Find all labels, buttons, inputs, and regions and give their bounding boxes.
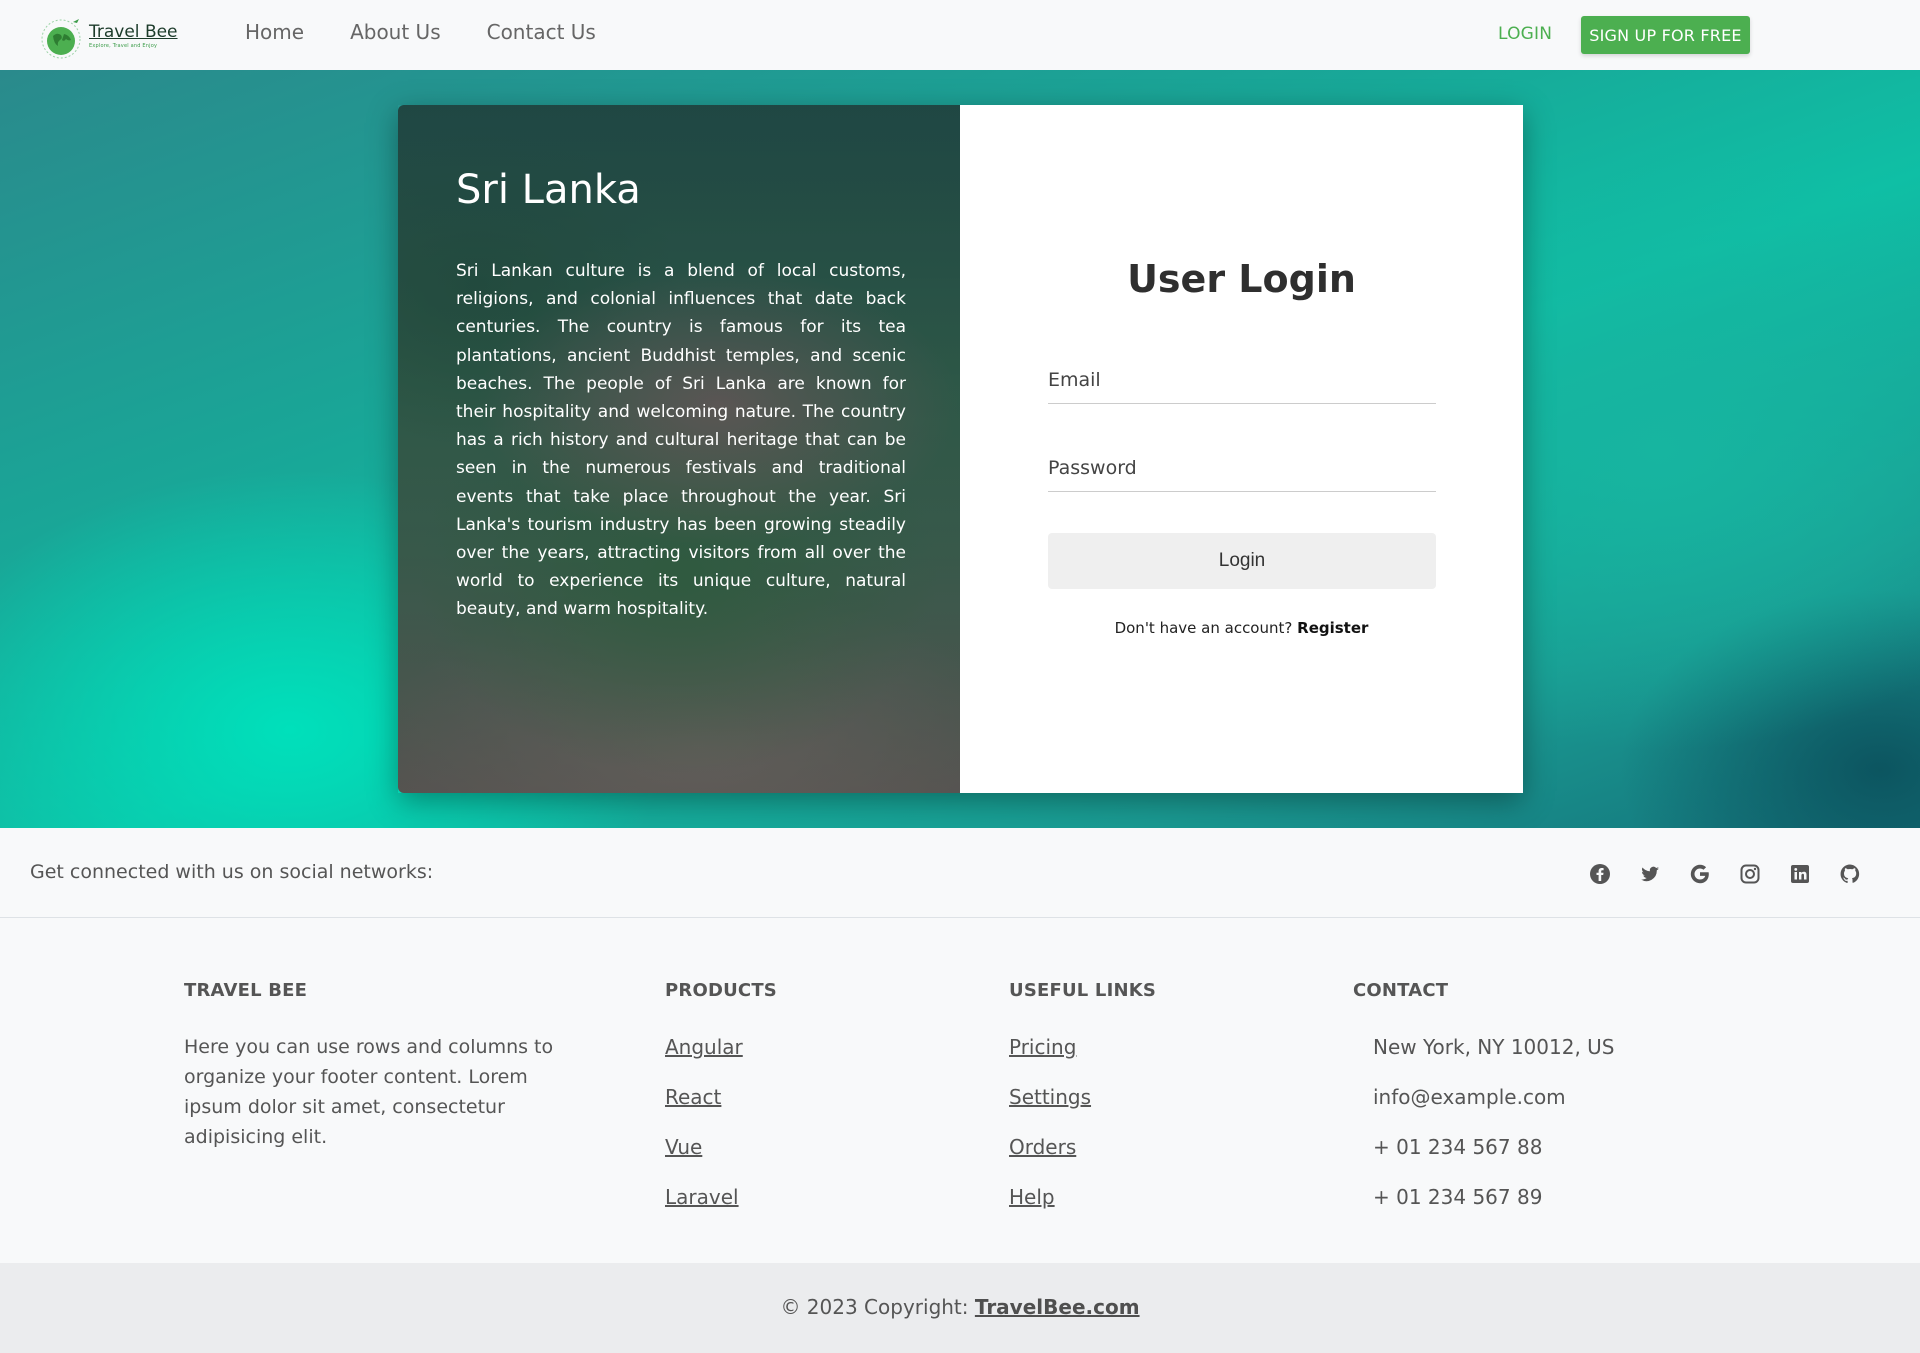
facebook-icon[interactable] xyxy=(1588,862,1612,886)
hero-section: Sri Lanka Sri Lankan culture is a blend … xyxy=(0,70,1920,828)
footer-link-settings[interactable]: Settings xyxy=(1009,1085,1091,1109)
footer-contact-title: CONTACT xyxy=(1353,980,1449,1001)
copyright-text: © 2023 Copyright: xyxy=(780,1295,969,1319)
copyright-bar: © 2023 Copyright: TravelBee.com xyxy=(0,1263,1920,1353)
footer-link-angular[interactable]: Angular xyxy=(665,1035,743,1059)
login-link[interactable]: LOGIN xyxy=(1498,24,1552,44)
footer-link-help[interactable]: Help xyxy=(1009,1185,1055,1209)
login-card: Sri Lanka Sri Lankan culture is a blend … xyxy=(398,105,1523,793)
footer-link-pricing[interactable]: Pricing xyxy=(1009,1035,1076,1059)
copyright-link[interactable]: TravelBee.com xyxy=(975,1295,1140,1319)
destination-panel: Sri Lanka Sri Lankan culture is a blend … xyxy=(398,105,960,793)
email-placeholder: Email xyxy=(1048,369,1101,391)
nav-link-contact-us[interactable]: Contact Us xyxy=(487,20,596,44)
google-icon[interactable] xyxy=(1688,862,1712,886)
register-prompt-text: Don't have an account? xyxy=(1114,619,1293,637)
footer-products-title: PRODUCTS xyxy=(665,980,777,1001)
instagram-icon[interactable] xyxy=(1738,862,1762,886)
nav-links: Home About Us Contact Us xyxy=(245,20,642,44)
linkedin-icon[interactable] xyxy=(1788,862,1812,886)
destination-title: Sri Lanka xyxy=(456,167,641,213)
brand-tagline: Explore, Travel and Enjoy xyxy=(89,43,158,49)
password-placeholder: Password xyxy=(1048,457,1137,479)
email-field[interactable]: Email xyxy=(1048,359,1436,404)
contact-phone-1: + 01 234 567 88 xyxy=(1373,1135,1543,1159)
brand-logo-link[interactable]: Travel Bee Explore, Travel and Enjoy xyxy=(37,14,178,60)
footer-about-title: TRAVEL BEE xyxy=(184,980,308,1001)
social-bar: Get connected with us on social networks… xyxy=(0,828,1920,918)
copyright-text-line: © 2023 Copyright: TravelBee.com xyxy=(0,1295,1920,1319)
password-field[interactable]: Password xyxy=(1048,447,1436,492)
github-icon[interactable] xyxy=(1838,862,1862,886)
footer-about-text: Here you can use rows and columns to org… xyxy=(184,1036,554,1148)
footer-link-orders[interactable]: Orders xyxy=(1009,1135,1076,1159)
nav-link-home[interactable]: Home xyxy=(245,20,304,44)
register-prompt: Don't have an account? Register xyxy=(960,619,1523,637)
login-title: User Login xyxy=(1127,257,1356,301)
navbar: Travel Bee Explore, Travel and Enjoy Hom… xyxy=(0,0,1920,70)
login-button[interactable]: Login xyxy=(1048,533,1436,589)
contact-email: info@example.com xyxy=(1373,1085,1566,1109)
login-panel: User Login Email Password Login Don't ha… xyxy=(960,105,1523,793)
contact-address: New York, NY 10012, US xyxy=(1373,1035,1615,1059)
twitter-icon[interactable] xyxy=(1638,862,1662,886)
social-text: Get connected with us on social networks… xyxy=(30,861,434,883)
contact-phone-2: + 01 234 567 89 xyxy=(1373,1185,1543,1209)
footer-link-laravel[interactable]: Laravel xyxy=(665,1185,739,1209)
brand-name: Travel Bee xyxy=(89,22,178,42)
nav-link-about-us[interactable]: About Us xyxy=(350,20,441,44)
footer-link-vue[interactable]: Vue xyxy=(665,1135,702,1159)
signup-button[interactable]: SIGN UP FOR FREE xyxy=(1581,16,1750,54)
register-link[interactable]: Register xyxy=(1297,619,1368,637)
footer-link-react[interactable]: React xyxy=(665,1085,721,1109)
footer-useful-title: USEFUL LINKS xyxy=(1009,980,1157,1001)
globe-logo-icon xyxy=(41,19,81,59)
destination-description: Sri Lankan culture is a blend of local c… xyxy=(456,261,906,620)
